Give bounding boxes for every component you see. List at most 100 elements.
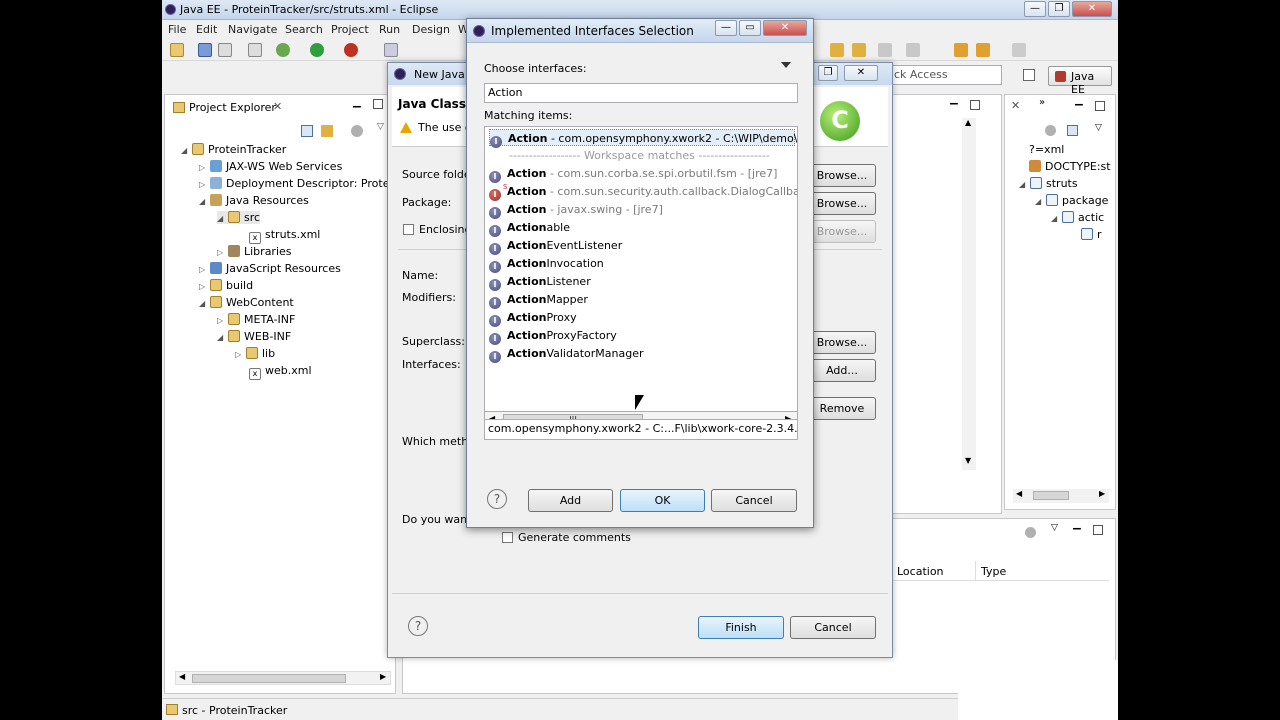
view-menu-icon[interactable]: ▽ bbox=[1051, 523, 1058, 533]
minimize-view-icon[interactable]: ▁ bbox=[1073, 519, 1081, 530]
run-icon[interactable] bbox=[310, 43, 324, 57]
scroll-right-icon[interactable]: ▶ bbox=[1099, 489, 1105, 498]
tree-item[interactable]: ▷ JavaScript Resources bbox=[199, 262, 341, 275]
editor-vertical-scrollbar[interactable]: ▲ ▼ bbox=[962, 118, 976, 470]
forward-icon[interactable] bbox=[1012, 43, 1026, 57]
toolbar-icon[interactable] bbox=[852, 43, 866, 57]
menu-file[interactable]: File bbox=[168, 23, 186, 36]
list-item-selected[interactable]: I Action - com.opensymphony.xwork2 - C:\W… bbox=[489, 129, 797, 148]
expanded-icon[interactable]: ◢ bbox=[181, 146, 189, 155]
outline-item[interactable]: DOCTYPE:st bbox=[1029, 160, 1111, 173]
print-icon[interactable] bbox=[248, 43, 262, 57]
collapsed-icon[interactable]: ▷ bbox=[199, 180, 207, 189]
toolbar-icon[interactable] bbox=[830, 43, 844, 57]
maximize-button[interactable]: ❐ bbox=[818, 65, 838, 81]
menu-navigate[interactable]: Navigate bbox=[228, 23, 277, 36]
list-item[interactable]: I ActionEventListener bbox=[489, 237, 622, 255]
tree-item[interactable]: ◢ WEB-INF bbox=[217, 330, 291, 343]
restore-button[interactable]: ❐ bbox=[1048, 1, 1070, 17]
open-perspective-icon[interactable] bbox=[1023, 69, 1035, 81]
list-item[interactable]: I ActionProxyFactory bbox=[489, 327, 617, 345]
scroll-down-icon[interactable]: ▼ bbox=[965, 456, 971, 465]
perspective-java-ee[interactable]: Java EE bbox=[1048, 66, 1112, 96]
list-item[interactable]: I ActionProxy bbox=[489, 309, 577, 327]
add-button[interactable]: Add bbox=[528, 489, 613, 512]
column-header-type[interactable]: Type bbox=[981, 565, 1006, 578]
menu-design[interactable]: Design bbox=[412, 23, 450, 36]
collapsed-icon[interactable]: ▷ bbox=[217, 248, 225, 257]
scroll-up-icon[interactable]: ▲ bbox=[965, 118, 971, 127]
project-explorer-tab[interactable]: Project Explorer ✕ bbox=[169, 99, 287, 117]
tree-item[interactable]: ▷ JAX-WS Web Services bbox=[199, 160, 342, 173]
filter-icon[interactable] bbox=[351, 125, 363, 137]
chevron-down-icon[interactable] bbox=[781, 62, 791, 68]
browse-enclosing-button[interactable]: Browse... bbox=[808, 220, 876, 243]
new-icon[interactable] bbox=[170, 43, 184, 57]
close-tab-icon[interactable]: ✕ bbox=[1011, 99, 1020, 112]
maximize-view-icon[interactable] bbox=[373, 99, 383, 109]
enclosing-checkbox[interactable] bbox=[403, 224, 414, 235]
scroll-right-icon[interactable]: ▶ bbox=[380, 672, 386, 681]
menu-search[interactable]: Search bbox=[285, 23, 323, 36]
external-tools-icon[interactable] bbox=[344, 43, 358, 57]
collapsed-icon[interactable]: ▷ bbox=[199, 282, 207, 291]
menu-edit[interactable]: Edit bbox=[196, 23, 217, 36]
remove-interface-button[interactable]: Remove bbox=[808, 397, 876, 420]
help-icon[interactable]: ? bbox=[408, 616, 428, 636]
expanded-icon[interactable]: ◢ bbox=[199, 197, 207, 206]
add-interface-button[interactable]: Add... bbox=[808, 359, 876, 382]
tree-item[interactable]: ▷ META-INF bbox=[217, 313, 295, 326]
minimize-view-icon[interactable]: ▁ bbox=[1075, 95, 1083, 106]
tree-item[interactable]: ▷ build bbox=[199, 279, 253, 292]
collapse-all-icon[interactable] bbox=[1067, 125, 1078, 136]
close-tab-icon[interactable]: ✕ bbox=[273, 100, 282, 113]
view-menu-icon[interactable]: ▽ bbox=[377, 122, 384, 132]
print-icon[interactable] bbox=[218, 43, 232, 57]
expanded-icon[interactable]: ◢ bbox=[217, 214, 225, 223]
column-header-location[interactable]: Location bbox=[897, 565, 944, 578]
collapsed-icon[interactable]: ▷ bbox=[217, 316, 225, 325]
outline-item[interactable]: ◢ actic bbox=[1051, 211, 1104, 224]
tree-item[interactable]: ▷ Libraries bbox=[217, 245, 292, 258]
scroll-left-icon[interactable]: ◀ bbox=[179, 672, 185, 681]
outline-item[interactable]: ?=xml bbox=[1029, 143, 1064, 156]
outline-item[interactable]: r bbox=[1081, 228, 1102, 241]
back-icon[interactable] bbox=[954, 43, 968, 57]
tree-item[interactable]: x struts.xml bbox=[249, 228, 320, 244]
filter-icon[interactable] bbox=[1025, 527, 1036, 538]
outline-item[interactable]: ◢ struts bbox=[1019, 177, 1078, 190]
outline-item[interactable]: ◢ package bbox=[1035, 194, 1108, 207]
collapsed-icon[interactable]: ▷ bbox=[199, 163, 207, 172]
list-item[interactable]: I ActionListener bbox=[489, 273, 591, 291]
browse-source-folder-button[interactable]: Browse... bbox=[808, 164, 876, 187]
search-icon[interactable] bbox=[384, 43, 398, 57]
collapse-all-icon[interactable] bbox=[301, 125, 313, 137]
close-button[interactable]: ✕ bbox=[763, 20, 807, 36]
expanded-icon[interactable]: ◢ bbox=[217, 333, 225, 342]
filter-icon[interactable] bbox=[1045, 125, 1056, 136]
list-item[interactable]: I ActionInvocation bbox=[489, 255, 604, 273]
expanded-icon[interactable]: ◢ bbox=[1035, 197, 1043, 206]
close-button[interactable]: ✕ bbox=[844, 65, 878, 81]
back-icon[interactable] bbox=[976, 43, 990, 57]
help-icon[interactable]: ? bbox=[487, 489, 507, 509]
tree-item[interactable]: ◢ WebContent bbox=[199, 296, 294, 309]
finish-button[interactable]: Finish bbox=[698, 616, 784, 639]
maximize-view-icon[interactable] bbox=[1095, 101, 1105, 111]
list-item[interactable]: I S Action - com.sun.security.auth.callbac… bbox=[489, 183, 797, 201]
menu-project[interactable]: Project bbox=[331, 23, 369, 36]
filter-input[interactable]: Action bbox=[484, 83, 798, 103]
generate-comments-checkbox[interactable] bbox=[502, 532, 513, 543]
list-item[interactable]: I Actionable bbox=[489, 219, 570, 237]
minimize-view-icon[interactable]: ▁ bbox=[353, 97, 361, 108]
list-item[interactable]: I ActionValidatorManager bbox=[489, 345, 643, 363]
list-item[interactable]: I Action - javax.swing - [jre7] bbox=[489, 201, 663, 219]
collapsed-icon[interactable]: ▷ bbox=[235, 350, 243, 359]
minimize-view-icon[interactable]: ▁ bbox=[950, 94, 958, 105]
browse-superclass-button[interactable]: Browse... bbox=[808, 331, 876, 354]
collapsed-icon[interactable]: ▷ bbox=[199, 265, 207, 274]
browse-package-button[interactable]: Browse... bbox=[808, 192, 876, 215]
tree-item[interactable]: x web.xml bbox=[249, 364, 312, 380]
tree-item[interactable]: ◢ Java Resources bbox=[199, 194, 309, 207]
minimize-button[interactable]: — bbox=[715, 20, 737, 36]
